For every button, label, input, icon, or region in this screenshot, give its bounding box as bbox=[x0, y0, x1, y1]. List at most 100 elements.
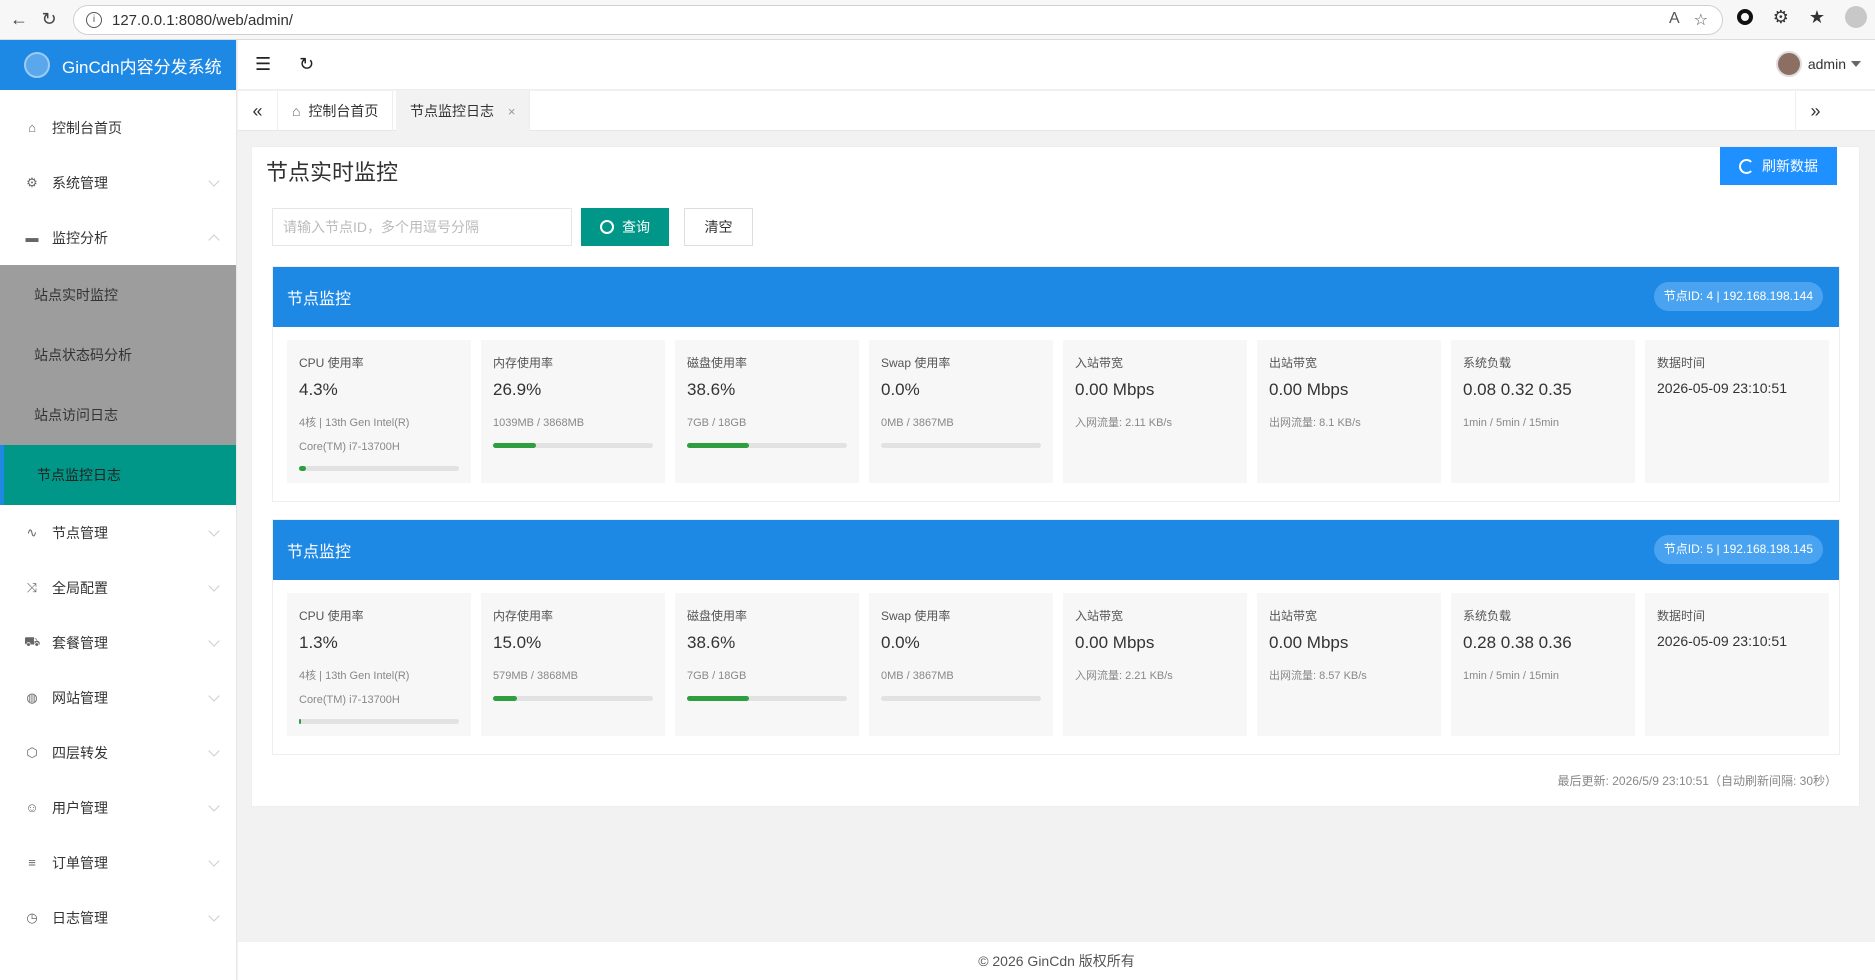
record-icon[interactable] bbox=[1736, 9, 1753, 25]
sidebar-item-monitor[interactable]: ▬ 监控分析 bbox=[0, 210, 236, 265]
chevron-down-icon bbox=[208, 855, 220, 867]
logo-icon bbox=[24, 52, 50, 78]
sidebar-item-logs[interactable]: ◷ 日志管理 bbox=[0, 890, 236, 945]
user-menu[interactable]: admin bbox=[1775, 51, 1861, 77]
home-icon: ⌂ bbox=[28, 120, 36, 135]
chevron-up-icon bbox=[208, 234, 220, 246]
cube-icon: ⬡ bbox=[26, 744, 38, 760]
stat-value: 0.00 Mbps bbox=[1075, 633, 1155, 652]
stat-label: 出站带宽 bbox=[1269, 609, 1318, 623]
cpu-progress-bar bbox=[299, 466, 459, 471]
chevron-down-icon bbox=[208, 690, 220, 702]
memory-stat: 内存使用率 15.0% 579MB / 3868MB bbox=[481, 593, 665, 736]
stat-value: 0.0% bbox=[881, 380, 920, 399]
close-icon[interactable]: × bbox=[508, 104, 516, 119]
stat-label: 内存使用率 bbox=[493, 356, 554, 370]
disk-progress-bar bbox=[687, 696, 847, 701]
node-panel-header: 节点监控 节点ID: 5 | 192.168.198.145 bbox=[273, 520, 1839, 580]
outbound-bandwidth-stat: 出站带宽 0.00 Mbps 出网流量: 8.57 KB/s bbox=[1257, 593, 1441, 736]
stat-label: 系统负载 bbox=[1463, 356, 1512, 370]
node-id-badge: 节点ID: 4 | 192.168.198.144 bbox=[1653, 282, 1823, 311]
stat-value: 0.0% bbox=[881, 633, 920, 652]
stat-value: 38.6% bbox=[687, 633, 736, 652]
app-logo[interactable]: GinCdn内容分发系统 bbox=[0, 40, 236, 90]
sidebar-item-orders[interactable]: ≡ 订单管理 bbox=[0, 835, 236, 890]
stat-sub: 出网流量: 8.1 KB/s bbox=[1269, 417, 1361, 429]
sidebar-subitem-access-log[interactable]: 站点访问日志 bbox=[0, 385, 236, 445]
sidebar-item-label: 网站管理 bbox=[52, 689, 108, 706]
refresh-data-label: 刷新数据 bbox=[1762, 158, 1818, 174]
stat-value: 0.00 Mbps bbox=[1269, 633, 1349, 652]
sidebar-item-global-config[interactable]: ⤨ 全局配置 bbox=[0, 560, 236, 615]
stat-value: 0.00 Mbps bbox=[1075, 380, 1155, 399]
node-panel: 节点监控 节点ID: 4 | 192.168.198.144 CPU 使用率 4… bbox=[272, 266, 1840, 502]
sidebar-item-websites[interactable]: ◍ 网站管理 bbox=[0, 670, 236, 725]
node-panel-title: 节点监控 bbox=[287, 291, 352, 308]
chevron-down-icon bbox=[208, 580, 220, 592]
query-button[interactable]: 查询 bbox=[581, 208, 669, 246]
info-icon[interactable]: i bbox=[86, 12, 102, 28]
address-bar[interactable]: i 127.0.0.1:8080/web/admin/ A ☆ bbox=[73, 5, 1723, 35]
extensions-icon[interactable]: ⚙ bbox=[1773, 7, 1789, 28]
sidebar-subitem-node-monitor-log[interactable]: 节点监控日志 bbox=[0, 445, 236, 505]
disk-stat: 磁盘使用率 38.6% 7GB / 18GB bbox=[675, 340, 859, 483]
tab-dashboard[interactable]: ⌂ 控制台首页 bbox=[278, 91, 394, 131]
browser-toolbar: ← ↻ i 127.0.0.1:8080/web/admin/ A ☆ ⚙ ★ bbox=[0, 0, 1875, 40]
query-label: 查询 bbox=[622, 219, 650, 235]
sidebar-item-nodes[interactable]: ∿ 节点管理 bbox=[0, 505, 236, 560]
stat-label: 数据时间 bbox=[1657, 609, 1706, 623]
stat-sub: 0MB / 3867MB bbox=[881, 417, 954, 429]
back-icon[interactable]: ← bbox=[4, 9, 34, 30]
system-load-stat: 系统负载 0.08 0.32 0.35 1min / 5min / 15min bbox=[1451, 340, 1635, 483]
refresh-data-button[interactable]: 刷新数据 bbox=[1720, 147, 1837, 185]
sidebar-subitem-site-monitor[interactable]: 站点实时监控 bbox=[0, 265, 236, 325]
monitor-card: 节点实时监控 刷新数据 查询 清空 节点监控 节点ID: 4 | 192.168… bbox=[251, 146, 1860, 807]
favorite-star-icon[interactable]: ☆ bbox=[1694, 10, 1708, 30]
stat-label: Swap 使用率 bbox=[881, 356, 951, 370]
menu-toggle-icon[interactable]: ☰ bbox=[255, 54, 271, 75]
stat-value: 4.3% bbox=[299, 380, 338, 399]
stat-sub: 7GB / 18GB bbox=[687, 670, 747, 682]
swap-progress-bar bbox=[881, 443, 1041, 448]
system-load-stat: 系统负载 0.28 0.38 0.36 1min / 5min / 15min bbox=[1451, 593, 1635, 736]
sidebar-item-dashboard[interactable]: ⌂ 控制台首页 bbox=[0, 100, 236, 155]
caret-down-icon bbox=[1851, 61, 1861, 67]
sidebar-subitem-status-code[interactable]: 站点状态码分析 bbox=[0, 325, 236, 385]
stat-sub: 4核 | 13th Gen Intel(R) Core(TM) i7-13700… bbox=[299, 417, 410, 453]
tab-scroll-left-icon[interactable]: « bbox=[238, 91, 278, 131]
stat-label: CPU 使用率 bbox=[299, 609, 364, 623]
sidebar-item-users[interactable]: ☺ 用户管理 bbox=[0, 780, 236, 835]
stat-sub: 4核 | 13th Gen Intel(R) Core(TM) i7-13700… bbox=[299, 670, 410, 706]
clear-button[interactable]: 清空 bbox=[684, 208, 753, 246]
stat-value: 15.0% bbox=[493, 633, 542, 652]
cpu-progress-bar bbox=[299, 719, 459, 724]
stat-value: 0.08 0.32 0.35 bbox=[1463, 380, 1572, 399]
reload-icon[interactable]: ↻ bbox=[34, 9, 64, 30]
sidebar-item-label: 用户管理 bbox=[52, 799, 108, 816]
tab-node-monitor-log[interactable]: 节点监控日志 × bbox=[396, 91, 531, 131]
top-header: ☰ ↻ admin bbox=[238, 40, 1875, 90]
disk-stat: 磁盘使用率 38.6% 7GB / 18GB bbox=[675, 593, 859, 736]
sidebar-item-system[interactable]: ⚙ 系统管理 bbox=[0, 155, 236, 210]
profile-avatar[interactable] bbox=[1845, 6, 1867, 28]
chevron-down-icon bbox=[208, 745, 220, 757]
swap-stat: Swap 使用率 0.0% 0MB / 3867MB bbox=[869, 593, 1053, 736]
favorites-icon[interactable]: ★ bbox=[1809, 7, 1825, 28]
chevron-down-icon bbox=[208, 910, 220, 922]
read-aloud-icon[interactable]: A bbox=[1669, 10, 1680, 30]
sidebar-item-packages[interactable]: ⛟ 套餐管理 bbox=[0, 615, 236, 670]
stat-label: Swap 使用率 bbox=[881, 609, 951, 623]
stat-sub: 579MB / 3868MB bbox=[493, 670, 578, 682]
node-id-search-input[interactable] bbox=[272, 208, 572, 246]
tab-scroll-right-icon[interactable]: » bbox=[1795, 91, 1835, 131]
sidebar-item-label: 日志管理 bbox=[52, 909, 108, 926]
stat-label: 磁盘使用率 bbox=[687, 356, 748, 370]
stat-label: 出站带宽 bbox=[1269, 356, 1318, 370]
sidebar-item-l4-forward[interactable]: ⬡ 四层转发 bbox=[0, 725, 236, 780]
monitor-submenu: 站点实时监控 站点状态码分析 站点访问日志 节点监控日志 bbox=[0, 265, 236, 505]
stat-sub: 1min / 5min / 15min bbox=[1463, 670, 1559, 682]
chevron-down-icon bbox=[208, 525, 220, 537]
pulse-icon: ∿ bbox=[26, 524, 38, 540]
data-time-stat: 数据时间 2026-05-09 23:10:51 bbox=[1645, 340, 1829, 483]
refresh-icon[interactable]: ↻ bbox=[299, 54, 314, 75]
